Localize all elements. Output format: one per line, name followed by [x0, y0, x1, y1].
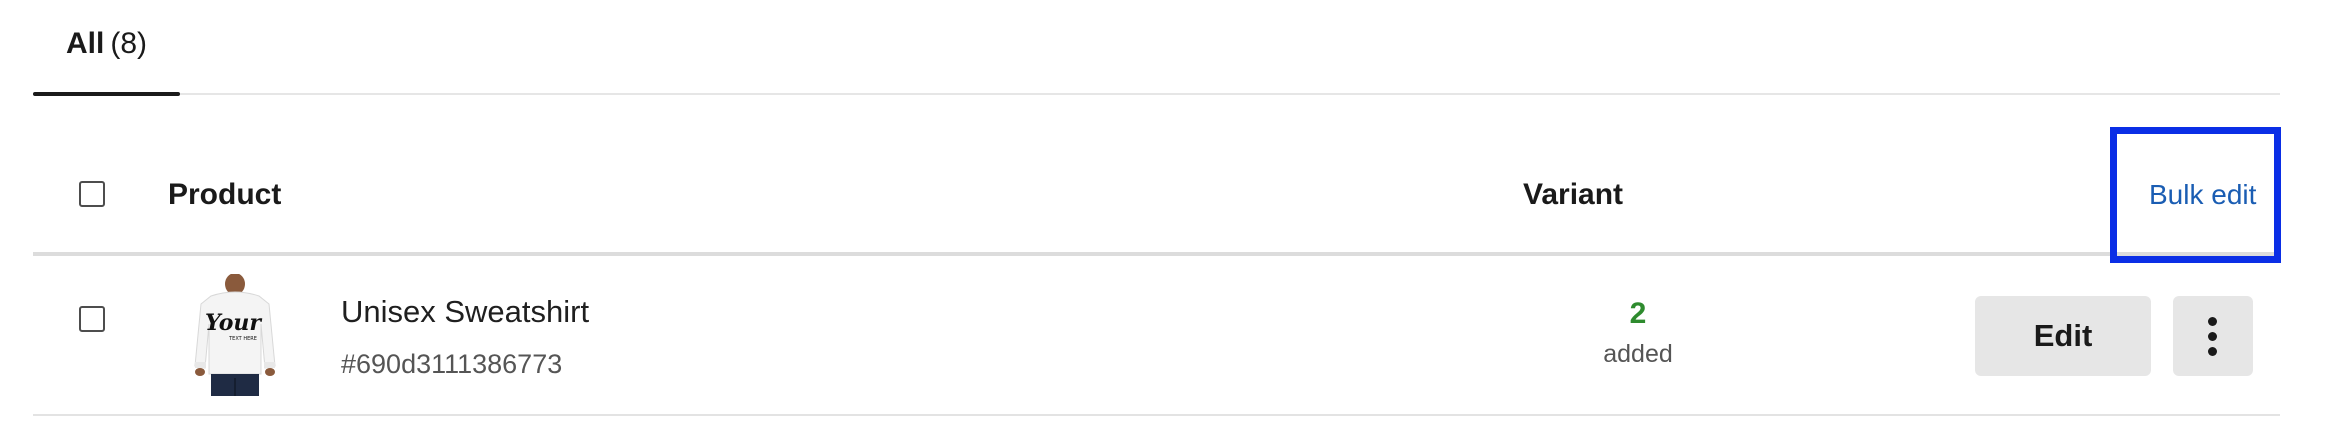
tab-all-count: (8) — [110, 27, 148, 60]
variant-count: 2 — [1629, 297, 1647, 330]
bulk-edit-link[interactable]: Bulk edit — [2149, 176, 2256, 214]
table-row: Your TEXT HERE Unisex Sweatshirt #690d31… — [33, 256, 2280, 416]
tab-all[interactable]: All (8) — [33, 0, 180, 96]
table-header: Product Variant Bulk edit — [33, 127, 2281, 263]
select-all-checkbox[interactable] — [79, 181, 105, 207]
column-header-product: Product — [168, 178, 282, 211]
tab-all-label: All — [66, 27, 105, 60]
tab-bar: All (8) — [33, 0, 2280, 96]
product-id: #690d3111386773 — [341, 349, 563, 379]
ellipsis-dot — [2208, 332, 2217, 341]
variant-status: added — [1603, 340, 1673, 368]
ellipsis-dot — [2208, 317, 2217, 326]
more-actions-button[interactable] — [2173, 296, 2253, 376]
product-name[interactable]: Unisex Sweatshirt — [341, 292, 589, 332]
product-thumbnail: Your TEXT HERE — [193, 274, 278, 396]
tab-all-text: All (8) — [66, 24, 147, 64]
thumbnail-print-subtext: TEXT HERE — [228, 336, 257, 342]
ellipsis-dot — [2208, 347, 2217, 356]
tab-active-indicator — [33, 92, 180, 96]
thumbnail-print-text: Your — [205, 310, 262, 336]
edit-button[interactable]: Edit — [1975, 296, 2151, 376]
row-select-checkbox[interactable] — [79, 306, 105, 332]
column-header-variant: Variant — [1523, 178, 1624, 211]
